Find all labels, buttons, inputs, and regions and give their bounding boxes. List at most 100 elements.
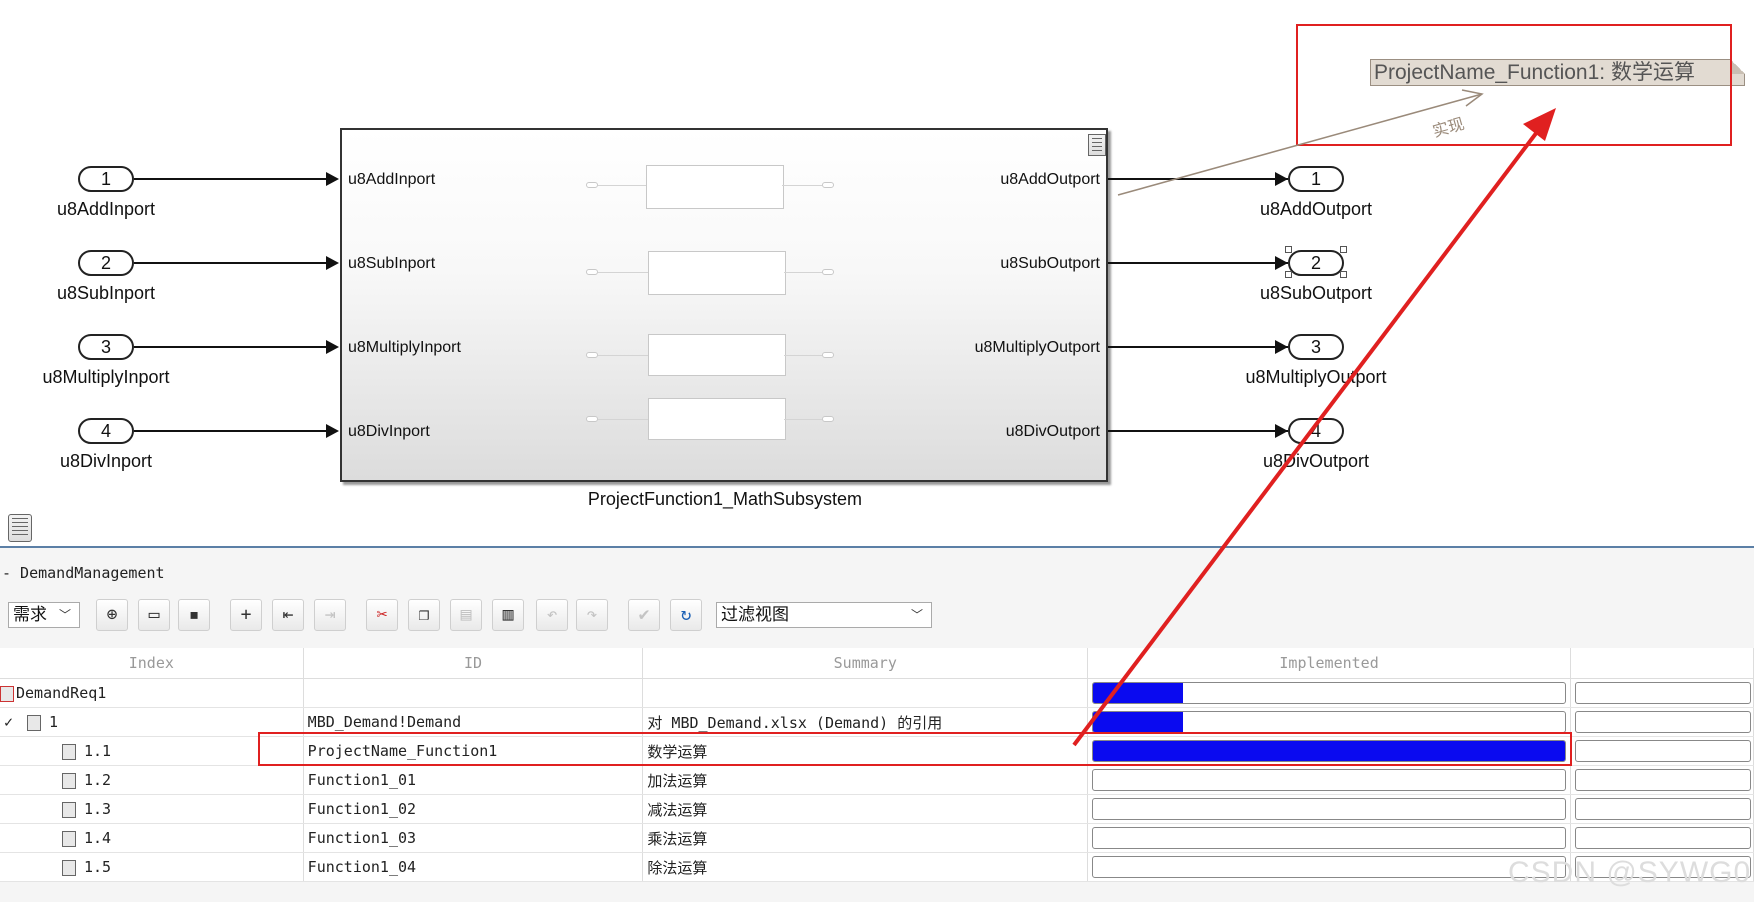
inner-line-preview [598, 355, 648, 356]
verified-progress-bar [1575, 798, 1752, 820]
verified-progress-bar [1575, 769, 1752, 791]
row-id: Function1_02 [303, 794, 644, 824]
annotation-corner [1730, 59, 1745, 74]
cut-icon[interactable]: ✂ [366, 599, 398, 631]
outdent-icon[interactable]: ⇤ [272, 599, 304, 631]
undo-icon[interactable]: ↶ [536, 599, 568, 631]
implemented-progress-bar [1092, 711, 1567, 733]
redo-icon[interactable]: ↷ [576, 599, 608, 631]
outport-label: u8MultiplyOutport [1245, 367, 1387, 387]
table-row[interactable]: 1.4 Function1_03 乘法运算 [0, 823, 1754, 853]
signal-line[interactable] [1108, 178, 1288, 180]
view-type-select[interactable]: 需求 ﹀ [8, 602, 80, 628]
column-header-implemented[interactable]: Implemented [1087, 648, 1572, 679]
signal-line[interactable] [134, 346, 326, 348]
inport-label: u8MultiplyInport [42, 367, 170, 387]
math-subsystem-block[interactable]: u8AddInport u8SubInport u8MultiplyInport… [340, 128, 1108, 482]
inner-line-preview [784, 272, 822, 273]
inner-block-preview [648, 251, 786, 295]
add-requirement-icon[interactable]: + [230, 599, 262, 631]
column-header-index[interactable]: Index [0, 648, 304, 679]
progress-fill [1093, 712, 1183, 732]
verified-progress-bar [1575, 682, 1752, 704]
column-header-summary[interactable]: Summary [642, 648, 1089, 679]
expand-check-icon[interactable]: ✓ [4, 713, 13, 731]
row-implemented [1087, 765, 1572, 795]
copy-icon[interactable]: ❐ [408, 599, 440, 631]
signal-arrow [326, 424, 339, 438]
verified-progress-bar [1575, 740, 1752, 762]
filter-view-value: 过滤视图 [721, 605, 789, 625]
outport-block-1[interactable]: 1 [1288, 166, 1344, 192]
view-type-value: 需求 [13, 605, 47, 625]
subsystem-out-port-label: u8SubOutport [1000, 255, 1100, 272]
refresh-icon[interactable]: ↻ [670, 599, 702, 631]
document-icon[interactable] [1088, 134, 1106, 156]
signal-line[interactable] [1108, 346, 1288, 348]
selection-handle[interactable] [1340, 271, 1347, 278]
table-row[interactable]: DemandReq1 [0, 678, 1754, 708]
open-folder-icon[interactable]: ▭ [138, 599, 170, 631]
signal-arrow [1275, 424, 1288, 438]
verify-icon[interactable]: ✔ [628, 599, 660, 631]
inport-block-2[interactable]: 2 [78, 250, 134, 276]
inner-port-preview [586, 416, 598, 422]
chevron-down-icon: ﹀ [910, 608, 923, 622]
selection-handle[interactable] [1285, 271, 1292, 278]
implemented-progress-bar [1092, 682, 1567, 704]
column-header-id[interactable]: ID [303, 648, 644, 679]
model-notes-icon[interactable] [8, 514, 32, 542]
requirement-icon [62, 830, 76, 847]
inner-port-preview [586, 182, 598, 188]
save-icon[interactable]: ▪ [178, 599, 210, 631]
requirement-icon [62, 743, 76, 760]
implemented-progress-bar [1092, 769, 1567, 791]
inport-block-4[interactable]: 4 [78, 418, 134, 444]
row-id: Function1_03 [303, 823, 644, 853]
inner-line-preview [782, 185, 822, 186]
signal-line[interactable] [134, 178, 326, 180]
filter-view-select[interactable]: 过滤视图 ﹀ [716, 602, 932, 628]
indent-icon[interactable]: ⇥ [314, 599, 346, 631]
selection-handle[interactable] [1285, 246, 1292, 253]
model-canvas[interactable]: 1 2 3 4 u8AddInport u8SubInport u8Multip… [0, 0, 1754, 545]
inport-block-3[interactable]: 3 [78, 334, 134, 360]
row-extra [1570, 794, 1754, 824]
inner-port-preview [822, 182, 834, 188]
table-row[interactable]: 1.2 Function1_01 加法运算 [0, 765, 1754, 795]
panel-title[interactable]: - DemandManagement [2, 564, 165, 582]
row-implemented [1087, 678, 1572, 708]
selection-handle[interactable] [1340, 246, 1347, 253]
add-requirement-set-icon[interactable]: ⊕ [96, 599, 128, 631]
inner-block-preview [648, 398, 786, 440]
inport-block-1[interactable]: 1 [78, 166, 134, 192]
table-row[interactable]: 1.5 Function1_04 除法运算 [0, 852, 1754, 882]
signal-line[interactable] [134, 430, 326, 432]
highlight-box-annotation [1296, 24, 1732, 146]
subsystem-name: ProjectFunction1_MathSubsystem [587, 489, 863, 509]
signal-line[interactable] [1108, 262, 1288, 264]
outport-block-4[interactable]: 4 [1288, 418, 1344, 444]
row-implemented [1087, 852, 1572, 882]
inner-port-preview [586, 352, 598, 358]
subsystem-in-port-label: u8DivInport [348, 423, 430, 440]
requirements-toolbar: 需求 ﹀ ⊕ ▭ ▪ + ⇤ ⇥ ✂ ❐ ▤ ▥ ↶ ↷ ✔ ↻ 过滤视图 ﹀ [0, 598, 1754, 634]
requirements-panel: - DemandManagement 需求 ﹀ ⊕ ▭ ▪ + ⇤ ⇥ ✂ ❐ ▤… [0, 548, 1754, 902]
inport-label: u8SubInport [56, 283, 156, 303]
signal-line[interactable] [134, 262, 326, 264]
column-header-extra[interactable] [1570, 648, 1754, 679]
outport-block-3[interactable]: 3 [1288, 334, 1344, 360]
row-id: Function1_04 [303, 852, 644, 882]
row-extra [1570, 736, 1754, 766]
paste-icon[interactable]: ▤ [450, 599, 482, 631]
outport-label: u8DivOutport [1262, 451, 1370, 471]
inner-line-preview [784, 355, 822, 356]
delete-icon[interactable]: ▥ [492, 599, 524, 631]
outport-block-2[interactable]: 2 [1288, 250, 1344, 276]
table-row[interactable]: 1.3 Function1_02 减法运算 [0, 794, 1754, 824]
row-index: 1.3 [0, 794, 304, 824]
row-summary [642, 678, 1089, 708]
subsystem-out-port-label: u8AddOutport [1000, 171, 1100, 188]
signal-arrow [326, 340, 339, 354]
signal-line[interactable] [1108, 430, 1288, 432]
